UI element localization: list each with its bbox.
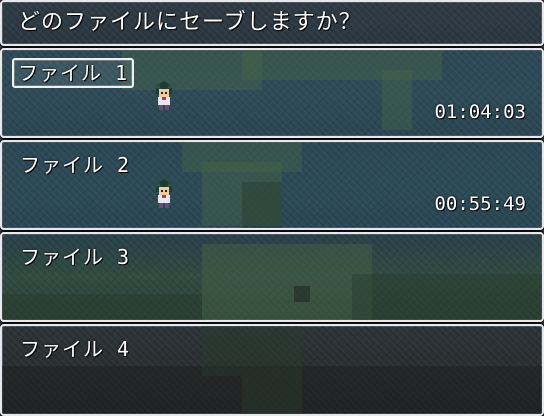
slot-label: ファイル 3 [20,245,131,269]
slot-label: ファイル 1 [12,58,135,88]
player-sprite [155,81,173,110]
slot-label: ファイル 4 [20,337,131,361]
playtime: 00:55:49 [434,193,526,215]
game-screen: どのファイルにセーブしますか？ ファイル 1 01:04:03 ファイル 2 0… [0,0,544,416]
help-text: どのファイルにセーブしますか？ [18,10,362,35]
playtime: 01:04:03 [434,101,526,123]
save-slot-3[interactable]: ファイル 3 [0,232,544,322]
save-slot-4[interactable]: ファイル 4 [0,324,544,416]
slot-label: ファイル 2 [20,153,131,177]
player-sprite [155,179,173,208]
help-window: どのファイルにセーブしますか？ [0,0,544,46]
save-slot-1[interactable]: ファイル 1 01:04:03 [0,48,544,138]
save-slot-2[interactable]: ファイル 2 00:55:49 [0,140,544,230]
